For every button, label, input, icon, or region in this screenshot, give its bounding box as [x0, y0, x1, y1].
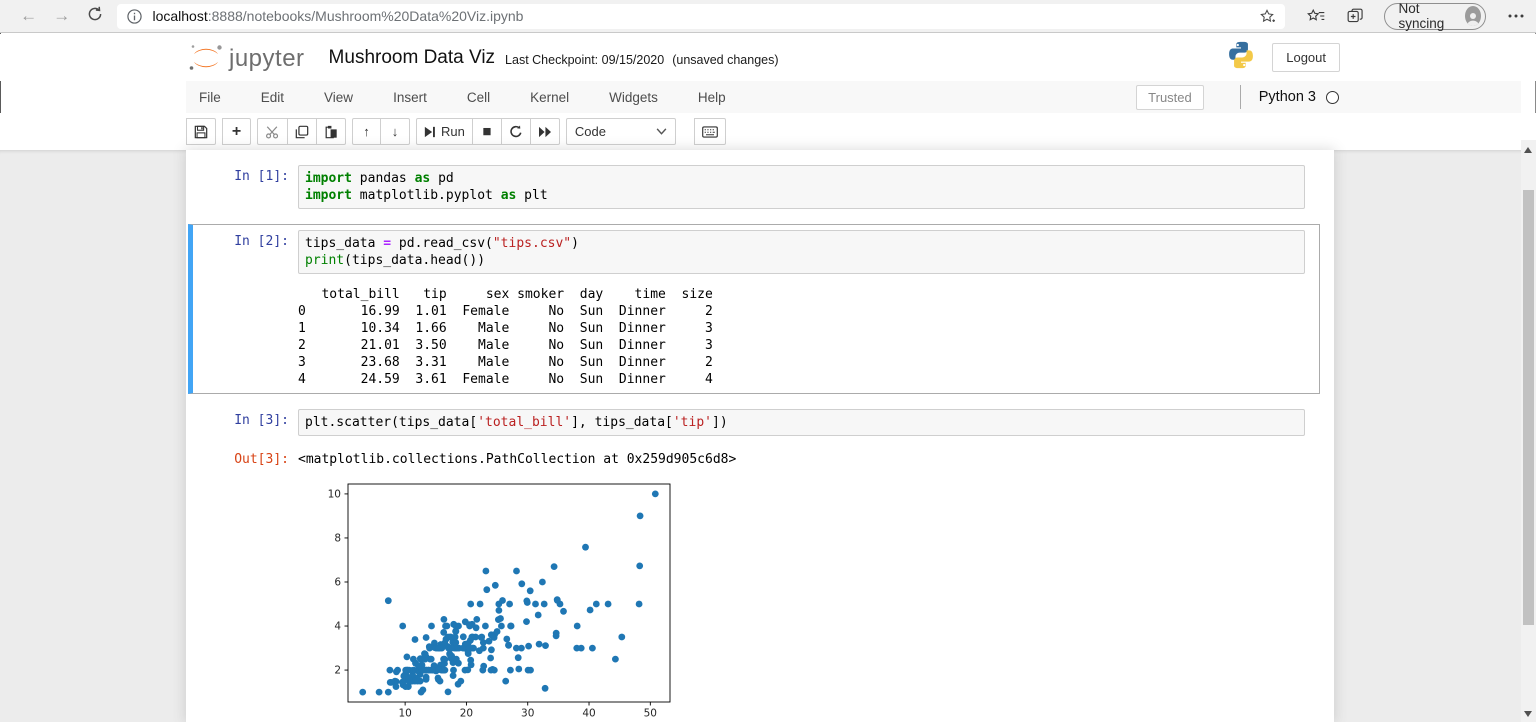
- menu-divider: [1239, 85, 1241, 109]
- jupyter-logo[interactable]: jupyter: [186, 43, 305, 73]
- restart-kernel-button[interactable]: [501, 118, 531, 145]
- menu-insert[interactable]: Insert: [380, 90, 440, 105]
- svg-text:50: 50: [644, 708, 657, 720]
- back-icon[interactable]: ←: [12, 6, 45, 26]
- menu-help[interactable]: Help: [685, 90, 739, 105]
- svg-text:30: 30: [521, 708, 534, 720]
- move-cell-up-button[interactable]: ↑: [352, 118, 381, 145]
- add-favorite-star-icon[interactable]: [1259, 8, 1276, 24]
- profile-button[interactable]: Not syncing: [1384, 1, 1486, 31]
- forward-icon[interactable]: →: [45, 6, 78, 26]
- menu-edit[interactable]: Edit: [248, 90, 297, 105]
- browser-toolbar: ← → localhost:8888/notebooks/Mushroom%20…: [0, 0, 1536, 33]
- interrupt-kernel-button[interactable]: ■: [472, 118, 502, 145]
- input-prompt: In [1]:: [234, 169, 289, 184]
- address-bar[interactable]: localhost:8888/notebooks/Mushroom%20Data…: [117, 3, 1286, 29]
- menu-view[interactable]: View: [311, 90, 366, 105]
- kernel-idle-indicator: [1326, 90, 1339, 104]
- url-path: :8888/notebooks/Mushroom%20Data%20Viz.ip…: [207, 8, 524, 24]
- code-cell-2-selected[interactable]: In [2]: tips_data = pd.read_csv("tips.cs…: [188, 224, 1320, 394]
- cell-3-output-row: Out[3]: <matplotlib.collections.PathColl…: [188, 451, 1320, 468]
- svg-text:4: 4: [334, 621, 341, 633]
- avatar: [1464, 6, 1481, 26]
- scrollbar-thumb[interactable]: [1523, 190, 1534, 625]
- notebook-container: In [1]: import pandas as pd import matplo…: [186, 150, 1334, 722]
- scroll-down-arrow[interactable]: [1524, 711, 1532, 717]
- cut-cell-button[interactable]: [257, 118, 288, 145]
- output-prompt: Out[3]:: [234, 452, 289, 467]
- vertical-scrollbar[interactable]: [1521, 140, 1536, 722]
- scroll-up-arrow[interactable]: [1524, 147, 1532, 153]
- copy-cell-button[interactable]: [288, 118, 317, 145]
- code-input[interactable]: import pandas as pd import matplotlib.pyp…: [298, 165, 1305, 209]
- notebook-menubar: File Edit View Insert Cell Kernel Widget…: [186, 81, 1521, 113]
- svg-text:6: 6: [334, 576, 341, 588]
- jupyter-logo-text: jupyter: [229, 44, 305, 72]
- notebook-title[interactable]: Mushroom Data Viz: [329, 47, 496, 69]
- svg-text:20: 20: [460, 708, 473, 720]
- cell-type-value: Code: [574, 124, 606, 139]
- collections-icon[interactable]: [1347, 8, 1364, 25]
- svg-text:8: 8: [334, 532, 341, 544]
- url-text[interactable]: localhost:8888/notebooks/Mushroom%20Data…: [152, 8, 1251, 24]
- notebook-header: jupyter Mushroom Data Viz Last Checkpoin…: [0, 34, 1536, 81]
- notebook-scroll-area: In [1]: import pandas as pd import matplo…: [0, 150, 1521, 722]
- kernel-name: Python 3: [1258, 89, 1316, 105]
- run-button[interactable]: Run: [416, 118, 473, 145]
- checkpoint-status: Last Checkpoint: 09/15/2020: [505, 52, 665, 67]
- favorites-bar-icon[interactable]: [1307, 8, 1325, 24]
- code-cell-3[interactable]: In [3]: plt.scatter(tips_data['total_bil…: [188, 403, 1320, 442]
- command-palette-button[interactable]: [693, 118, 726, 145]
- run-button-label: Run: [441, 124, 465, 139]
- output-prompt-spacer: [198, 286, 298, 388]
- repr-output: <matplotlib.collections.PathCollection a…: [298, 452, 737, 467]
- python-logo: [1226, 40, 1256, 75]
- svg-text:40: 40: [582, 708, 595, 720]
- site-info-icon[interactable]: [127, 8, 143, 24]
- restart-run-all-button[interactable]: [530, 118, 560, 145]
- code-input[interactable]: tips_data = pd.read_csv("tips.csv") print…: [298, 230, 1305, 274]
- code-cell-1[interactable]: In [1]: import pandas as pd import matplo…: [188, 159, 1320, 215]
- menu-file[interactable]: File: [186, 90, 234, 105]
- sync-status-label: Not syncing: [1398, 1, 1445, 31]
- unsaved-changes-label: (unsaved changes): [672, 52, 779, 67]
- svg-text:10: 10: [398, 708, 411, 720]
- reload-icon[interactable]: [78, 6, 111, 27]
- paste-cell-button[interactable]: [317, 118, 346, 145]
- svg-text:10: 10: [328, 488, 341, 500]
- cell-2-text-output: total_bill tip sex smoker day time size …: [298, 287, 713, 387]
- url-host: localhost: [152, 8, 208, 24]
- chevron-down-icon: [656, 128, 667, 135]
- browser-menu-icon[interactable]: [1508, 14, 1524, 18]
- scatter-plot-image: 10 20 30 40 50 2 4 6 8 10: [318, 474, 1334, 722]
- move-cell-down-button[interactable]: ↓: [381, 118, 410, 145]
- menu-widgets[interactable]: Widgets: [596, 90, 671, 105]
- svg-text:2: 2: [334, 665, 341, 677]
- trusted-badge: Trusted: [1136, 84, 1204, 110]
- menu-cell[interactable]: Cell: [454, 90, 503, 105]
- code-input[interactable]: plt.scatter(tips_data['total_bill'], tip…: [298, 409, 1305, 436]
- insert-cell-button[interactable]: +: [222, 118, 251, 145]
- input-prompt: In [2]:: [234, 234, 289, 249]
- cell-type-select[interactable]: Code: [565, 118, 676, 145]
- logout-button[interactable]: Logout: [1272, 43, 1340, 72]
- input-prompt: In [3]:: [234, 413, 289, 428]
- menu-kernel[interactable]: Kernel: [517, 90, 582, 105]
- save-button[interactable]: [186, 118, 216, 145]
- browser-window: ← → localhost:8888/notebooks/Mushroom%20…: [0, 0, 1536, 722]
- notebook-toolbar: + ↑ ↓ Run ■ Code: [0, 113, 1536, 150]
